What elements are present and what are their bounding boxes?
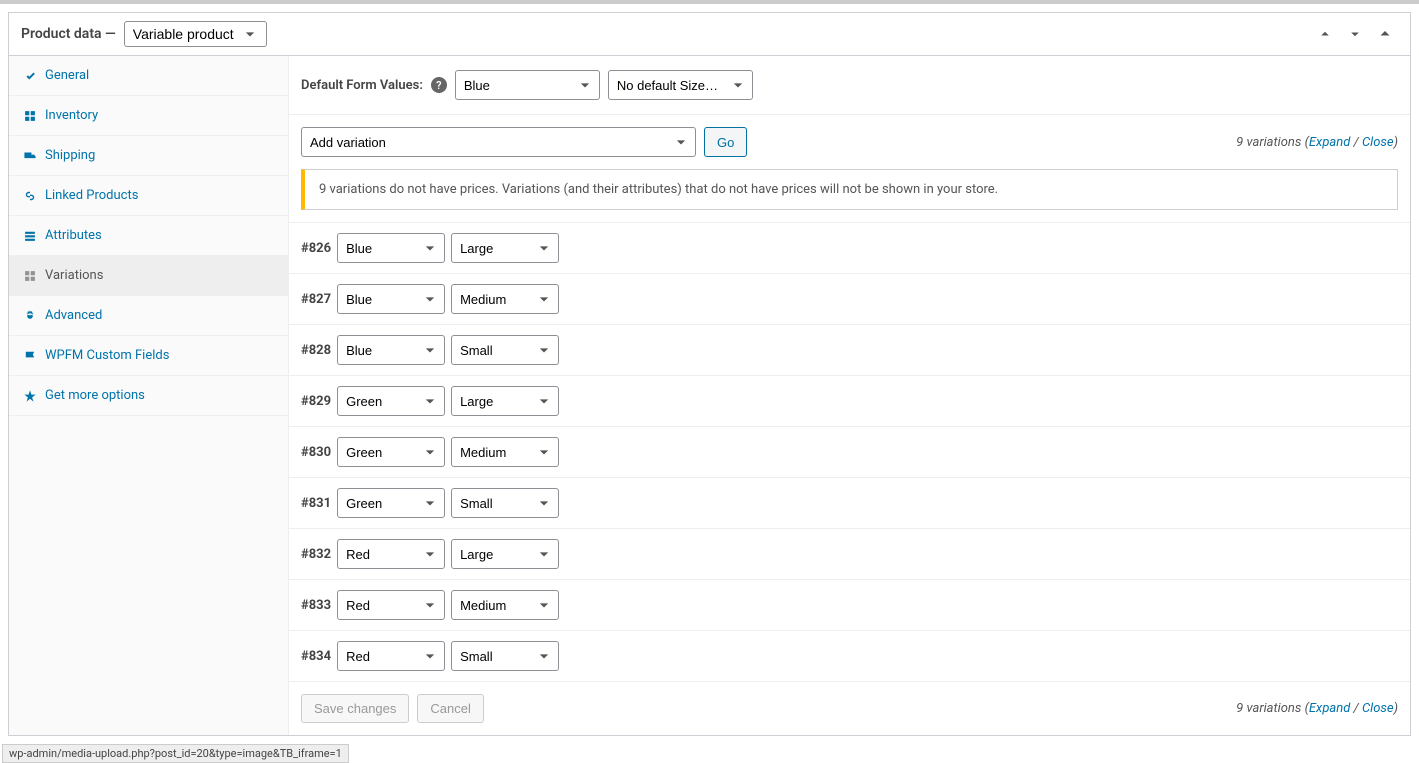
save-changes-button[interactable]: Save changes	[301, 694, 409, 723]
move-down-button[interactable]	[1342, 21, 1368, 47]
advanced-icon	[23, 309, 37, 323]
variation-id: #829	[301, 394, 331, 409]
tab-linked[interactable]: Linked Products	[9, 176, 288, 216]
variation-size-select[interactable]: Large	[451, 233, 559, 263]
tab-advanced[interactable]: Advanced	[9, 296, 288, 336]
wpfm-icon	[23, 349, 37, 363]
tab-label: Attributes	[45, 228, 102, 243]
tab-label: Variations	[45, 268, 103, 283]
variations-count-top: 9 variations (Expand / Close)	[1236, 135, 1398, 150]
variation-row[interactable]: #830 GreenMedium	[289, 427, 1410, 478]
variation-size-select[interactable]: Medium	[451, 284, 559, 314]
variation-row[interactable]: #831 GreenSmall	[289, 478, 1410, 529]
tab-general[interactable]: General	[9, 56, 288, 96]
expand-link[interactable]: Expand	[1309, 135, 1350, 150]
tab-more[interactable]: Get more options	[9, 376, 288, 416]
variation-color-select[interactable]: Blue	[337, 284, 445, 314]
variation-row[interactable]: #827 BlueMedium	[289, 274, 1410, 325]
variation-size-select[interactable]: Medium	[451, 590, 559, 620]
panel-header: Product data — Variable product	[9, 13, 1410, 56]
inventory-icon	[23, 109, 37, 123]
product-data-panel: Product data — Variable product General I…	[8, 12, 1411, 736]
variation-size-select[interactable]: Small	[451, 335, 559, 365]
variation-id: #833	[301, 598, 331, 613]
product-type-select[interactable]: Variable product	[124, 21, 267, 47]
panel-title: Product data —	[21, 26, 116, 42]
browser-status-bar: wp-admin/media-upload.php?post_id=20&typ…	[2, 744, 349, 763]
variation-color-select[interactable]: Blue	[337, 335, 445, 365]
variations-toolbar-bottom: Save changes Cancel 9 variations (Expand…	[289, 682, 1410, 735]
shipping-icon	[23, 149, 37, 163]
default-color-select[interactable]: Blue	[455, 70, 600, 100]
tab-label: Get more options	[45, 388, 145, 403]
variation-color-select[interactable]: Red	[337, 539, 445, 569]
variation-color-select[interactable]: Red	[337, 641, 445, 671]
go-button[interactable]: Go	[704, 127, 747, 157]
more-icon	[23, 389, 37, 403]
cancel-button[interactable]: Cancel	[417, 694, 483, 723]
variation-id: #826	[301, 241, 331, 256]
variations-list: #826BlueLarge#827BlueMedium#828BlueSmall…	[289, 222, 1410, 682]
tab-label: Advanced	[45, 308, 102, 323]
variation-size-select[interactable]: Medium	[451, 437, 559, 467]
tab-variations[interactable]: Variations	[9, 256, 288, 296]
variation-color-select[interactable]: Green	[337, 437, 445, 467]
linked-icon	[23, 189, 37, 203]
default-size-select[interactable]: No default Size…	[608, 70, 753, 100]
tab-label: General	[45, 68, 89, 83]
tab-attributes[interactable]: Attributes	[9, 216, 288, 256]
tab-shipping[interactable]: Shipping	[9, 136, 288, 176]
variation-row[interactable]: #832 RedLarge	[289, 529, 1410, 580]
variation-color-select[interactable]: Green	[337, 488, 445, 518]
variation-row[interactable]: #828 BlueSmall	[289, 325, 1410, 376]
general-icon	[23, 69, 37, 83]
variations-panel: Default Form Values: ? Blue No default S…	[289, 56, 1410, 735]
tab-label: Linked Products	[45, 188, 138, 203]
variation-id: #834	[301, 649, 331, 664]
tab-label: WPFM Custom Fields	[45, 348, 169, 363]
tab-label: Shipping	[45, 148, 95, 163]
variation-size-select[interactable]: Large	[451, 386, 559, 416]
variation-row[interactable]: #834 RedSmall	[289, 631, 1410, 682]
default-values-label: Default Form Values:	[301, 78, 423, 93]
move-up-button[interactable]	[1312, 21, 1338, 47]
tab-label: Inventory	[45, 108, 98, 123]
close-link-bottom[interactable]: Close	[1362, 701, 1394, 716]
variation-color-select[interactable]: Green	[337, 386, 445, 416]
variation-id: #830	[301, 445, 331, 460]
variation-size-select[interactable]: Small	[451, 488, 559, 518]
tab-wpfm[interactable]: WPFM Custom Fields	[9, 336, 288, 376]
variation-id: #828	[301, 343, 331, 358]
variation-color-select[interactable]: Blue	[337, 233, 445, 263]
variation-id: #831	[301, 496, 331, 511]
variation-row[interactable]: #833 RedMedium	[289, 580, 1410, 631]
attributes-icon	[23, 229, 37, 243]
default-values-row: Default Form Values: ? Blue No default S…	[289, 56, 1410, 115]
variation-id: #827	[301, 292, 331, 307]
variations-toolbar-top: Add variation Go 9 variations (Expand / …	[289, 115, 1410, 169]
panel-body: General Inventory Shipping Linked Products A…	[9, 56, 1410, 735]
variation-size-select[interactable]: Small	[451, 641, 559, 671]
close-link[interactable]: Close	[1362, 135, 1394, 150]
product-tabs: General Inventory Shipping Linked Products A…	[9, 56, 289, 735]
variations-count-bottom: 9 variations (Expand / Close)	[1236, 701, 1398, 716]
tab-inventory[interactable]: Inventory	[9, 96, 288, 136]
price-warning-notice: 9 variations do not have prices. Variati…	[301, 169, 1398, 210]
variation-row[interactable]: #829 GreenLarge	[289, 376, 1410, 427]
variation-id: #832	[301, 547, 331, 562]
help-tip-icon[interactable]: ?	[431, 77, 447, 93]
variations-icon	[23, 269, 37, 283]
variation-size-select[interactable]: Large	[451, 539, 559, 569]
variation-row[interactable]: #826 BlueLarge	[289, 222, 1410, 274]
toggle-panel-button[interactable]	[1372, 21, 1398, 47]
variation-color-select[interactable]: Red	[337, 590, 445, 620]
expand-link-bottom[interactable]: Expand	[1309, 701, 1350, 716]
add-variation-action-select[interactable]: Add variation	[301, 127, 696, 157]
